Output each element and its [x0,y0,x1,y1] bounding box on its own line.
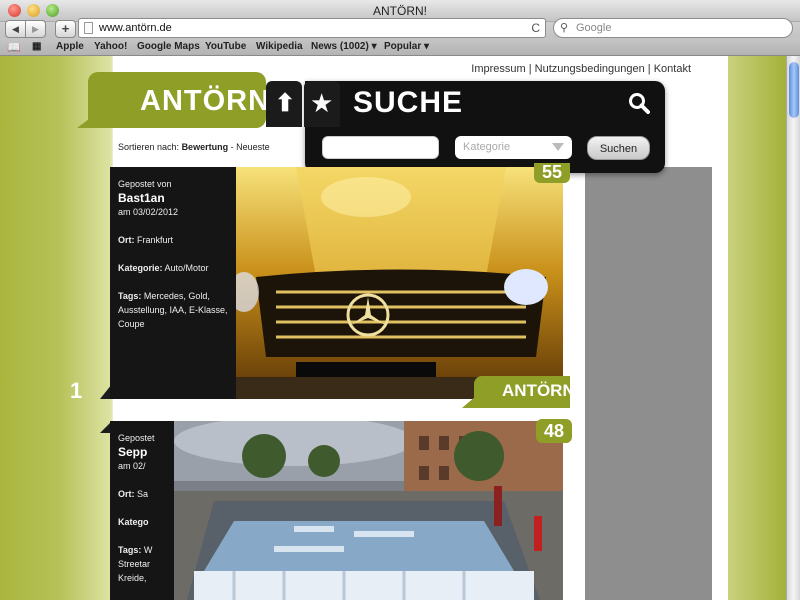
category-placeholder: Kategorie [463,141,511,153]
post-image-street-art[interactable] [174,421,563,600]
browser-search-placeholder: Google [576,22,612,34]
bookmarks-book-icon[interactable]: 📖 [7,41,21,54]
top-sites-grid-icon[interactable]: ▦ [32,41,42,52]
search-heading: SUCHE [353,86,464,119]
location-label: Ort: [118,235,135,245]
post-location: Frankfurt [137,235,174,245]
search-submit-button[interactable]: Suchen [587,136,650,160]
post-image-gold-car[interactable] [236,167,563,399]
sort-by-rating[interactable]: Bewertung [182,142,229,152]
browser-search-field[interactable]: ⚲ Google [553,18,793,38]
arrow-up-icon: ⬆ [275,90,296,117]
add-bookmark-button[interactable]: + [55,20,76,38]
bookmarks-bar: 📖 ▦ Apple Yahoo! Google Maps YouTube Wik… [0,38,800,56]
sort-label: Sortieren nach: [118,142,180,152]
category-label: Kategorie: [118,263,163,273]
site-logo[interactable]: ANTÖRN! [140,85,281,118]
tags-label: Tags: [118,291,142,301]
category-label: Katego [118,517,149,527]
address-bar[interactable]: www.antörn.de C [78,18,546,38]
post-date: am 03/02/2012 [118,207,179,217]
sidebar-placeholder [585,167,712,600]
post-card[interactable]: Gepostet Sepp am 02/ Ort: Sa Katego Tags… [110,421,563,600]
rank-number: 1 [70,378,83,403]
address-text: www.antörn.de [99,22,172,34]
location-label: Ort: [118,489,135,499]
sort-bar: Sortieren nach: Bewertung - Neueste [118,142,270,152]
post-card[interactable]: Gepostet von Bast1an am 03/02/2012 Ort: … [110,167,563,399]
page-right-gradient [728,56,786,600]
vote-antorn-button[interactable]: ANTÖRN! [474,376,580,408]
bookmark-wikipedia[interactable]: Wikipedia [256,41,303,52]
search-input[interactable] [322,136,439,159]
forward-button[interactable]: ▶ [25,20,46,38]
category-select[interactable]: Kategorie [455,136,572,159]
post-author[interactable]: Bast1an [118,191,236,205]
sort-separator: - [228,142,237,152]
magnifier-icon [629,93,650,114]
bookmark-yahoo[interactable]: Yahoo! [94,41,127,52]
score-badge: 48 [536,419,572,443]
scrollbar-thumb[interactable] [789,62,799,118]
tags-label: Tags: [118,545,142,555]
bookmark-google-maps[interactable]: Google Maps [137,41,200,52]
reload-icon[interactable]: C [531,19,540,37]
back-button[interactable]: ◀ [5,20,26,38]
post-category[interactable]: Auto/Motor [165,263,209,273]
bookmark-apple[interactable]: Apple [56,41,84,52]
footer-links[interactable]: Impressum | Nutzungsbedingungen | Kontak… [471,63,691,75]
upload-button[interactable]: ⬆ [266,81,302,127]
post-info: Gepostet von Bast1an am 03/02/2012 Ort: … [110,167,236,399]
star-icon: ★ [310,88,334,118]
favorites-button[interactable]: ★ [304,81,340,127]
page-icon [84,22,93,34]
search-icon: ⚲ [560,22,569,34]
posted-by-label: Gepostet von [118,179,172,189]
post-location: Sa [137,489,149,499]
score-badge: 55 [534,163,570,183]
chevron-down-icon [552,143,564,151]
sort-by-newest[interactable]: Neueste [236,142,270,152]
bookmark-popular[interactable]: Popular ▾ [384,41,429,52]
bookmark-news[interactable]: News (1002) ▾ [311,41,377,52]
vertical-scrollbar[interactable] [786,56,800,600]
bookmark-youtube[interactable]: YouTube [205,41,246,52]
window-title: ANTÖRN! [373,4,427,18]
